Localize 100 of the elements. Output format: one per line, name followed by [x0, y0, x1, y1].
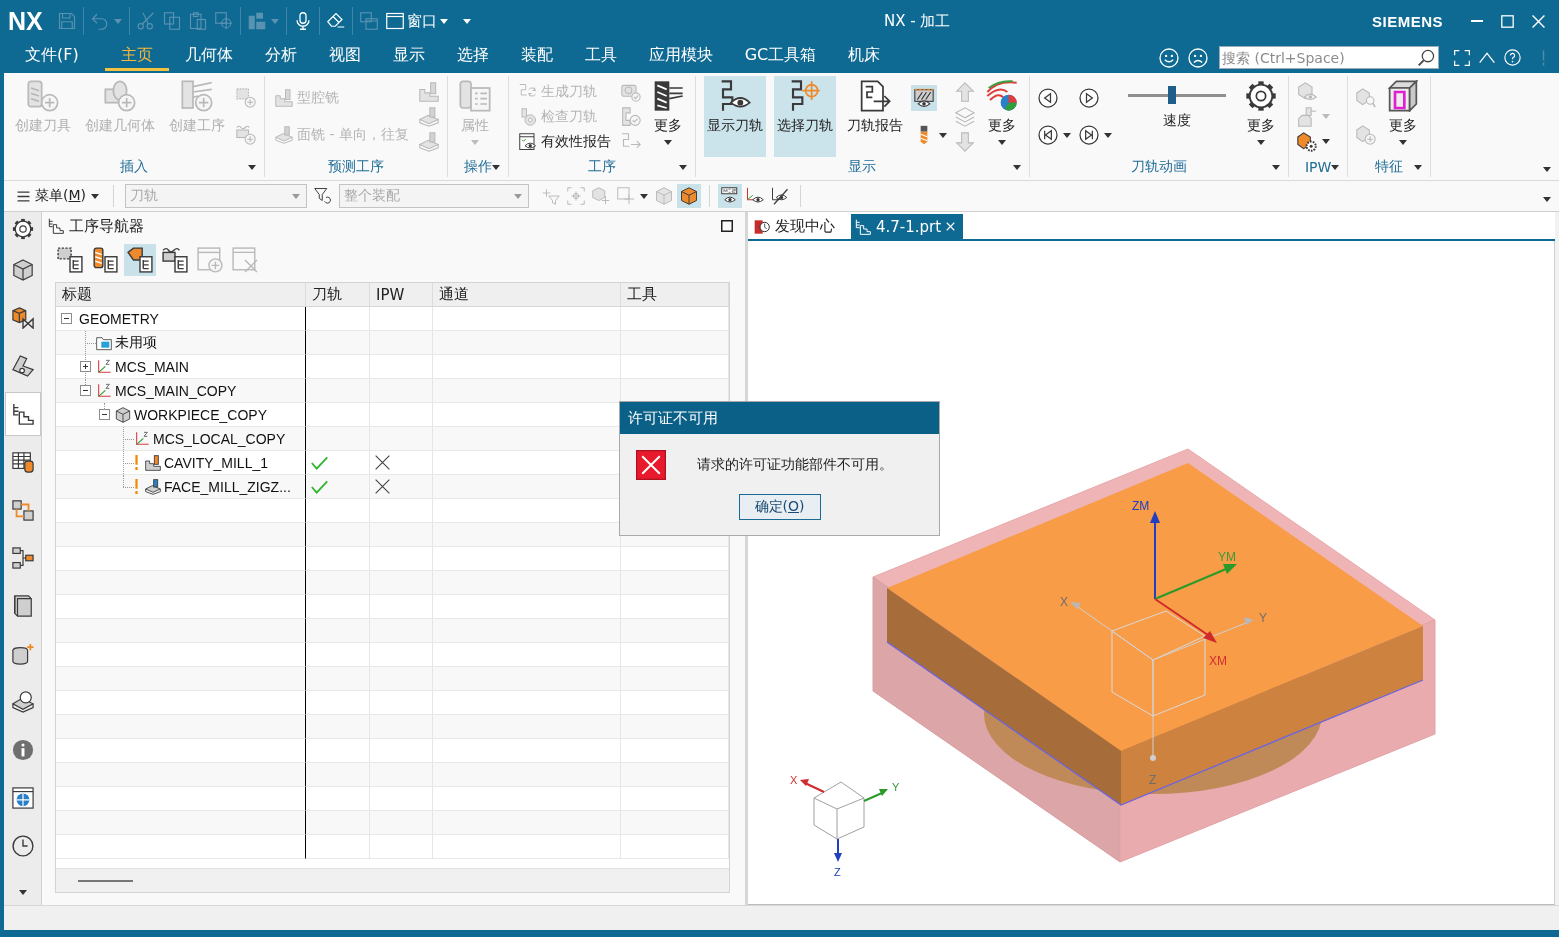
caret-icon[interactable] [1321, 139, 1330, 144]
plate-ball-icon[interactable] [11, 691, 34, 713]
caret-icon[interactable] [640, 193, 649, 199]
cylinder-spark-icon[interactable] [11, 643, 34, 665]
cylinder-tree-icon[interactable] [92, 247, 118, 273]
tree-node-label[interactable]: FACE_MILL_ZIGZ... [164, 478, 291, 495]
linked-boxes-icon[interactable] [11, 499, 34, 521]
ribbon-button[interactable]: 更多 [1241, 76, 1280, 157]
tag-eye-icon[interactable] [718, 184, 743, 208]
globe-window-icon[interactable] [11, 787, 34, 809]
book-icon[interactable] [11, 595, 34, 617]
fullscreen-icon[interactable] [1454, 49, 1470, 66]
caret-icon[interactable] [1399, 140, 1408, 145]
ribbon-button[interactable]: 更多 [648, 76, 687, 157]
tree-node-label[interactable]: GEOMETRY [79, 310, 159, 327]
table-cylinder-icon[interactable] [11, 451, 34, 473]
ribbon-tab[interactable]: GC工具箱 [728, 42, 833, 71]
caret-icon[interactable] [938, 132, 947, 138]
caret-icon[interactable] [491, 164, 500, 170]
expand-toggle[interactable] [80, 361, 91, 372]
tree-node-label[interactable]: MCS_MAIN_COPY [115, 382, 237, 399]
expand-toggle[interactable] [99, 409, 110, 420]
gear-block-icon[interactable] [1296, 131, 1317, 152]
ribbon-tab[interactable]: 显示 [376, 42, 441, 71]
ribbon-tab[interactable]: 机床 [832, 42, 897, 71]
column-header[interactable]: 工具 [621, 283, 729, 306]
tree-node-label[interactable]: MCS_LOCAL_COPY [153, 430, 286, 447]
box-eye-icon[interactable] [910, 84, 937, 111]
caret-icon[interactable] [1256, 140, 1265, 145]
ribbon-button[interactable]: 有效性报告 [516, 132, 613, 151]
close-icon[interactable] [1532, 14, 1545, 28]
cube-icon[interactable] [11, 259, 34, 281]
column-header[interactable]: 刀轨 [306, 283, 370, 306]
ribbon-tab[interactable]: 选择 [440, 42, 505, 71]
axes-eye-icon[interactable] [746, 187, 765, 205]
caret-icon[interactable] [1271, 164, 1280, 170]
ok-button[interactable]: 确定(O) [738, 494, 821, 520]
caret-icon[interactable] [18, 889, 27, 895]
caret-icon[interactable] [1331, 164, 1340, 170]
network-icon[interactable] [11, 547, 34, 569]
ribbon-button[interactable]: 显示刀轨 [703, 76, 766, 157]
document-tab[interactable]: 发现中心 [750, 214, 843, 239]
cube-valve-icon[interactable] [11, 307, 34, 329]
close-icon[interactable] [946, 222, 956, 231]
tree-node-label[interactable]: CAVITY_MILL_1 [164, 454, 268, 471]
ribbon-button[interactable]: 更多 [1384, 76, 1423, 157]
grid-tree-icon[interactable] [57, 247, 83, 273]
ribbon-tab[interactable]: 分析 [248, 42, 313, 71]
expand-toggle[interactable] [61, 313, 72, 324]
maximize-icon[interactable] [721, 220, 733, 232]
block-tree-icon[interactable] [124, 244, 156, 276]
info-icon[interactable] [11, 739, 34, 761]
scrollbar-thumb[interactable] [78, 880, 133, 882]
column-header[interactable]: IPW [370, 283, 433, 306]
caret-icon[interactable] [1543, 196, 1551, 202]
bracket-part-icon[interactable] [11, 355, 34, 377]
axes-eye-slash-icon[interactable] [771, 187, 790, 205]
ribbon-button[interactable]: 更多 [982, 76, 1021, 157]
file-menu[interactable]: 文件(F) [9, 42, 95, 71]
tree-node-label[interactable]: 未用项 [115, 333, 157, 352]
play-icon[interactable] [1078, 87, 1099, 108]
menu-button[interactable]: 菜单(M) [14, 185, 103, 207]
caret-icon[interactable] [678, 164, 687, 170]
ribbon-tab[interactable]: 装配 [504, 42, 569, 71]
window-menu-button[interactable]: 窗口 [385, 11, 448, 31]
caret-icon[interactable] [91, 193, 100, 199]
tree-node-label[interactable]: WORKPIECE_COPY [134, 406, 268, 423]
scrollbar-track[interactable] [56, 868, 729, 892]
caret-icon[interactable] [663, 140, 672, 145]
caret-icon[interactable] [248, 164, 256, 170]
caret-icon[interactable] [439, 18, 448, 24]
column-header[interactable]: 标题 [56, 283, 306, 306]
ribbon-button[interactable]: 刀轨报告 [843, 76, 906, 157]
tree-steps-icon[interactable] [4, 392, 41, 436]
gear-icon[interactable] [11, 218, 34, 240]
shaded-cube-icon[interactable] [677, 184, 702, 208]
tree-node-label[interactable]: MCS_MAIN [115, 358, 189, 375]
frowny-icon[interactable] [1188, 47, 1208, 68]
caret-icon[interactable] [1543, 167, 1551, 172]
slider-thumb[interactable] [1168, 86, 1177, 104]
eraser-icon[interactable] [326, 12, 345, 30]
document-tab[interactable]: 4.7-1.prt [851, 214, 964, 239]
smiley-icon[interactable] [1159, 47, 1179, 68]
search-field[interactable]: 搜索 (Ctrl+Space) [1219, 46, 1439, 69]
ribbon-tab[interactable]: 几何体 [168, 42, 249, 71]
funnel-arrow-icon[interactable] [314, 187, 333, 205]
caret-icon[interactable] [1062, 132, 1071, 138]
caret-icon[interactable] [1103, 132, 1112, 138]
microphone-icon[interactable] [293, 12, 312, 30]
ribbon-tab[interactable]: 应用模块 [632, 42, 729, 71]
caret-icon[interactable] [1414, 164, 1423, 170]
clock-icon[interactable] [11, 835, 34, 857]
ribbon-tab[interactable]: 工具 [568, 42, 633, 71]
wave-tree-icon[interactable] [162, 247, 188, 273]
caret-icon[interactable] [462, 18, 471, 24]
column-header[interactable]: 通道 [433, 283, 621, 306]
skip-forward-icon[interactable] [1078, 125, 1099, 146]
caret-icon[interactable] [997, 140, 1006, 145]
ribbon-tab[interactable]: 视图 [312, 42, 377, 71]
help-icon[interactable] [1504, 49, 1521, 66]
